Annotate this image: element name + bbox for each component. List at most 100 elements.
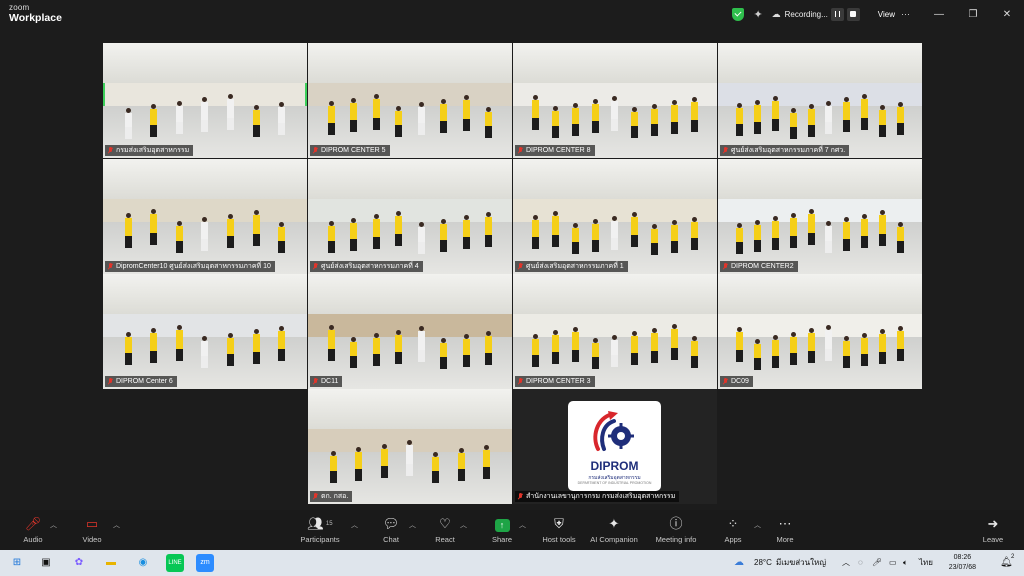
attendee-figure: [861, 213, 869, 261]
video-tile[interactable]: ศูนย์ส่งเสริมอุตสาหกรรมภาคที่ 1: [513, 159, 717, 274]
mic-muted-icon: [722, 262, 728, 271]
video-tile[interactable]: DIPROM CENTER 5: [308, 43, 512, 158]
attendee-figure: [843, 97, 851, 144]
participants-icon: 👥︎ 15: [307, 516, 333, 531]
more-button[interactable]: ⋯ More: [749, 516, 821, 544]
sparkle-icon[interactable]: ✦: [753, 8, 762, 21]
input-language[interactable]: ไทย: [919, 550, 933, 576]
clock[interactable]: 08:26 23/07/68: [949, 553, 976, 573]
video-tile[interactable]: DC09: [718, 274, 922, 389]
copilot-icon[interactable]: ✿: [70, 554, 88, 572]
video-label: Video: [82, 535, 102, 544]
attendee-figure: [327, 221, 335, 260]
attendee-figure: [531, 333, 539, 375]
video-ceiling: [513, 274, 717, 315]
video-tile[interactable]: DIPROM CENTER 8: [513, 43, 717, 158]
attendee-figure: [753, 219, 761, 260]
attendee-figure: [611, 95, 619, 145]
network-icon[interactable]: ▭: [889, 550, 897, 576]
attendee-figure: [417, 326, 425, 375]
windows-start-icon[interactable]: ⊞: [8, 554, 26, 572]
attendee-figure: [571, 222, 579, 260]
video-tile[interactable]: ศูนย์ส่งเสริมอุตสาหกรรมภาคที่ 4: [308, 159, 512, 274]
weather-text[interactable]: มีเมฆส่วนใหญ่: [776, 550, 826, 576]
line-app-icon[interactable]: LINE: [166, 554, 184, 572]
diprom-subtitle-en: DEPARTMENT OF INDUSTRIAL PROMOTION: [577, 481, 652, 485]
attendee-figure: [807, 104, 815, 144]
title-bar: zoom Workplace ✦ ☁ Recording... View ⋯ —…: [0, 0, 1024, 28]
more-dots-icon: ⋯: [778, 516, 792, 531]
attendee-figure: [372, 333, 380, 375]
attendee-figure: [591, 338, 599, 375]
attendee-figure: [227, 332, 235, 375]
participant-name: DipromCenter10 ศูนย์ส่งเสริมอุตสาหกรรมภา…: [116, 263, 271, 270]
attendee-figure: [691, 335, 699, 375]
attendee-figure: [843, 217, 851, 260]
shield-icon[interactable]: [732, 7, 745, 21]
participant-nameplate: DIPROM CENTER 8: [515, 145, 595, 156]
mic-muted-icon: [517, 492, 523, 501]
pause-recording-button[interactable]: [830, 7, 844, 21]
attendee-figure: [671, 100, 679, 144]
zoom-taskbar-icon[interactable]: zm: [196, 554, 214, 572]
mic-muted-icon: [312, 146, 318, 155]
video-tile[interactable]: DIPROM CENTER 3: [513, 274, 717, 389]
attendee-figure: [175, 324, 183, 376]
video-tile[interactable]: กรมส่งเสริมอุตสาหกรรม: [103, 43, 307, 158]
attendee-figure: [897, 221, 905, 260]
participant-nameplate: ตก. กสอ.: [310, 491, 353, 502]
mic-tray-icon[interactable]: 🎤︎: [872, 550, 882, 576]
participant-name: ศูนย์ส่งเสริมอุตสาหกรรมภาคที่ 4: [321, 263, 419, 270]
attendee-figure: [631, 331, 639, 375]
chat-tray-icon[interactable]: ◌: [858, 550, 863, 576]
leave-button[interactable]: ➜ Leave: [957, 516, 1024, 544]
video-options-chevron-icon[interactable]: ︿: [113, 520, 120, 530]
minimize-icon[interactable]: —: [922, 9, 956, 20]
participant-nameplate: กรมส่งเสริมอุตสาหกรรม: [105, 145, 194, 156]
video-ceiling: [308, 274, 512, 315]
attendee-figure: [355, 447, 363, 490]
restore-icon[interactable]: ❐: [956, 9, 990, 20]
volume-icon[interactable]: 🔈︎: [903, 550, 908, 576]
video-attendees: [525, 323, 705, 375]
edge-browser-icon[interactable]: ◉: [134, 554, 152, 572]
attendee-figure: [462, 215, 470, 260]
mic-muted-icon: [517, 146, 523, 155]
attendee-figure: [252, 210, 260, 260]
brand-name: Workplace: [9, 12, 62, 24]
participants-count: 15: [325, 521, 333, 527]
attendee-figure: [278, 101, 286, 144]
attendee-figure: [861, 93, 869, 145]
grid-dots-icon: ⋯: [901, 8, 910, 19]
file-explorer-icon[interactable]: ▬: [102, 554, 120, 572]
weather-icon[interactable]: ☁: [734, 550, 744, 576]
attendee-figure: [531, 94, 539, 145]
view-button[interactable]: View ⋯: [878, 9, 910, 20]
participant-name: DIPROM CENTER 5: [321, 147, 386, 154]
video-tile[interactable]: DC11: [308, 274, 512, 389]
clock-date: 23/07/68: [948, 564, 976, 571]
attendee-figure: [735, 223, 743, 260]
video-tile[interactable]: DIPROM CENTER2: [718, 159, 922, 274]
attendee-figure: [651, 223, 659, 260]
diprom-emblem-icon: [593, 411, 634, 451]
attendee-figure: [651, 103, 659, 144]
attendee-figure: [691, 216, 699, 260]
attendee-figure: [611, 334, 619, 375]
close-icon[interactable]: ✕: [990, 9, 1024, 20]
participant-name: ศูนย์ส่งเสริมอุตสาหกรรมภาคที่ 7 กศว.: [731, 147, 846, 154]
video-attendees: [115, 208, 295, 260]
attendee-figure: [124, 212, 132, 261]
attendee-figure: [329, 450, 337, 490]
task-view-icon[interactable]: ▣: [37, 554, 55, 572]
participants-button[interactable]: 👥︎ 15 Participants: [284, 516, 356, 544]
video-tile[interactable]: ศูนย์ส่งเสริมอุตสาหกรรมภาคที่ 7 กศว.: [718, 43, 922, 158]
attendee-figure: [175, 100, 183, 144]
attendee-figure: [771, 96, 779, 144]
video-tile[interactable]: ตก. กสอ.: [308, 389, 512, 504]
video-tile[interactable]: DipromCenter10 ศูนย์ส่งเสริมอุตสาหกรรมภา…: [103, 159, 307, 274]
video-tile[interactable]: DIPROM Center 6: [103, 274, 307, 389]
weather-temp[interactable]: 28°C: [754, 550, 772, 576]
stop-recording-button[interactable]: [846, 7, 860, 21]
chevron-up-icon[interactable]: ︿: [842, 550, 850, 576]
